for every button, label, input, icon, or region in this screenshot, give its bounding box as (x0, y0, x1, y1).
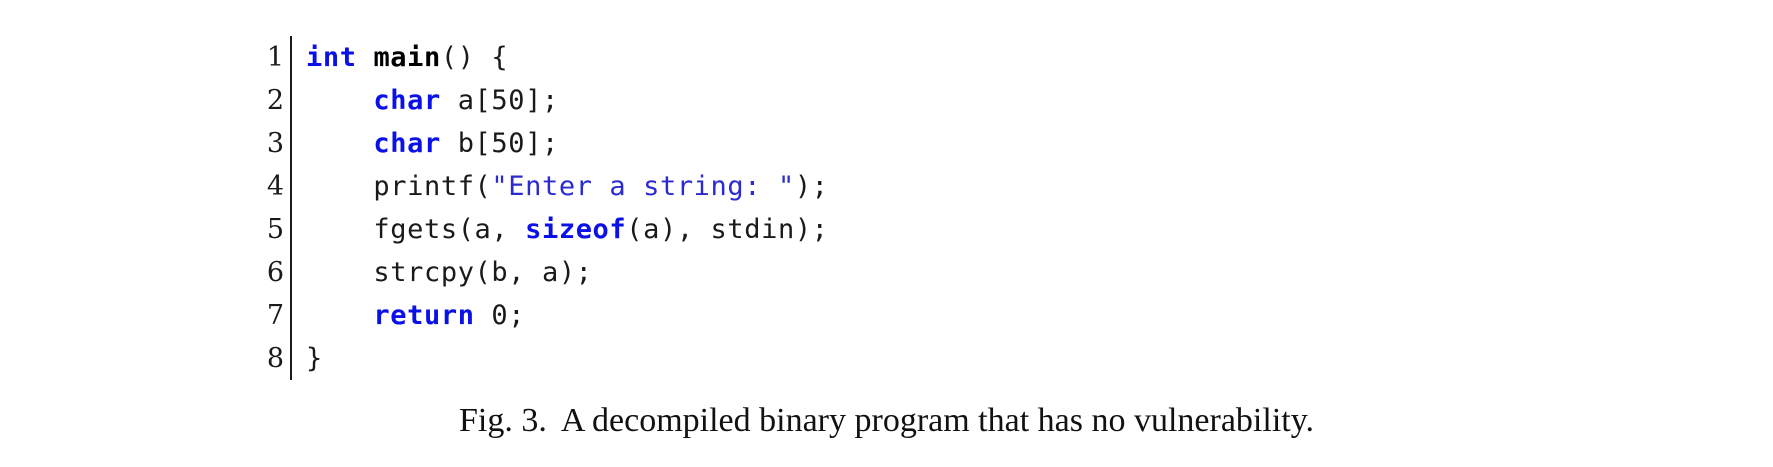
code-text: fgets(a, sizeof(a), stdin); (292, 214, 829, 245)
code-text: printf("Enter a string: "); (292, 171, 829, 202)
code-token: 0; (474, 300, 526, 331)
code-token: } (306, 343, 323, 374)
line-number: 5 (266, 214, 284, 245)
figure-caption: Fig. 3. A decompiled binary program that … (0, 402, 1773, 440)
keyword-token: return (373, 300, 475, 331)
code-text: char a[50]; (292, 85, 559, 116)
figure-label: Fig. 3. (458, 402, 547, 439)
line-number: 4 (266, 171, 284, 202)
code-line: 2 char a[50]; (258, 79, 829, 122)
code-listing: 1 int main() {2 char a[50]; 3 char b[50]; 4… (258, 36, 829, 380)
keyword-token: int (306, 42, 357, 73)
code-text: int main() { (292, 42, 508, 73)
line-number: 6 (266, 257, 284, 288)
code-line: 7 return 0; (258, 294, 829, 337)
keyword-token: char (373, 85, 441, 116)
figure-caption-text: A decompiled binary program that has no … (560, 402, 1315, 439)
code-token: printf( (306, 171, 492, 202)
line-number: 1 (266, 42, 284, 73)
code-text: strcpy(b, a); (292, 257, 593, 288)
code-text: return 0; (292, 300, 525, 331)
string-literal-token: "Enter a string: " (491, 171, 795, 202)
line-number: 7 (266, 300, 284, 331)
code-line: 4 printf("Enter a string: "); (258, 165, 829, 208)
code-token: (a), stdin); (626, 214, 829, 245)
line-number: 2 (266, 85, 284, 116)
line-number: 8 (266, 343, 284, 374)
code-line: 8} (258, 337, 829, 380)
keyword-token: sizeof (525, 214, 627, 245)
line-number: 3 (266, 128, 284, 159)
code-token: b[50]; (440, 128, 559, 159)
code-token: a[50]; (440, 85, 559, 116)
code-line: 6 strcpy(b, a); (258, 251, 829, 294)
code-line: 3 char b[50]; (258, 122, 829, 165)
code-token: () { (440, 42, 509, 73)
code-token: fgets(a, (306, 214, 526, 245)
keyword-token: char (373, 128, 441, 159)
function-name-token: main (373, 42, 441, 73)
code-text: } (292, 343, 323, 374)
code-token: ); (794, 171, 829, 202)
code-line: 1 int main() { (258, 36, 829, 79)
code-line: 5 fgets(a, sizeof(a), stdin); (258, 208, 829, 251)
code-token: strcpy(b, a); (306, 257, 593, 288)
code-text: char b[50]; (292, 128, 559, 159)
